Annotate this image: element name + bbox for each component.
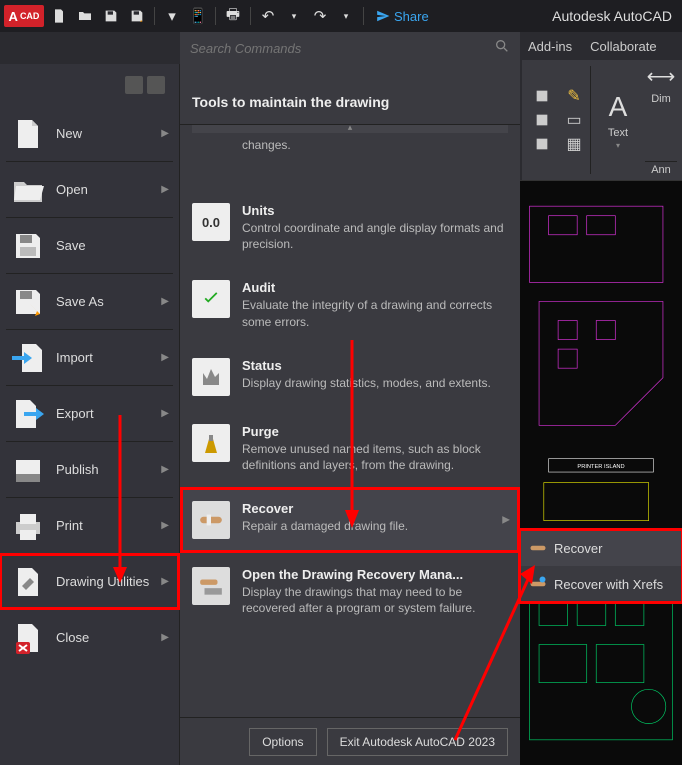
submenu-arrow-icon: ▶ (161, 296, 169, 307)
menu-open[interactable]: Open ▶ (0, 162, 179, 217)
submenu-arrow-icon: ▶ (161, 352, 169, 363)
print-icon[interactable]: 🖶 (222, 5, 244, 27)
tool-item-truncated[interactable]: changes. (180, 133, 520, 189)
recover-icon (192, 501, 230, 539)
open-icon (10, 172, 46, 208)
open-docs-icon[interactable] (147, 76, 165, 94)
submenu-arrow-icon: ▶ (161, 464, 169, 475)
menu-new[interactable]: New ▶ (0, 106, 179, 161)
tool-status[interactable]: Status Display drawing statistics, modes… (180, 344, 520, 410)
recent-icon[interactable] (125, 76, 143, 94)
redo-dropdown-icon[interactable]: ▾ (335, 5, 357, 27)
submenu-arrow-icon: ▶ (161, 128, 169, 139)
menu-save[interactable]: Save (0, 218, 179, 273)
tool-purge[interactable]: Purge Remove unused named items, such as… (180, 410, 520, 487)
application-menu-left: New ▶ Open ▶ Save Save As ▶ Import ▶ Exp… (0, 64, 180, 765)
undo-dropdown-icon[interactable]: ▾ (283, 5, 305, 27)
undo-icon[interactable]: ↶ (257, 5, 279, 27)
drawing-utilities-panel: Tools to maintain the drawing changes. 0… (180, 64, 520, 765)
submenu-arrow-icon: ▶ (502, 515, 510, 526)
submenu-arrow-icon: ▶ (161, 520, 169, 531)
submenu-arrow-icon: ▶ (161, 576, 169, 587)
close-icon (10, 620, 46, 656)
drawing-canvas[interactable]: PRINTER ISLAND (520, 180, 682, 765)
tool-recover[interactable]: Recover Repair a damaged drawing file. ▶ (180, 487, 520, 553)
tab-addins[interactable]: Add-ins (528, 39, 572, 54)
menu-export[interactable]: Export ▶ (0, 386, 179, 441)
svg-text:PRINTER ISLAND: PRINTER ISLAND (577, 464, 624, 470)
ribbon-tool-icon[interactable] (531, 85, 553, 107)
app-logo[interactable]: ACAD (4, 5, 44, 27)
save-as-icon (10, 284, 46, 320)
recover-icon (528, 538, 548, 558)
share-button[interactable]: Share (376, 9, 429, 24)
dimension-tool-icon[interactable]: ⟷ (647, 64, 676, 89)
new-icon (10, 116, 46, 152)
menu-import[interactable]: Import ▶ (0, 330, 179, 385)
options-button[interactable]: Options (249, 728, 316, 756)
menu-save-as[interactable]: Save As ▶ (0, 274, 179, 329)
menu-close[interactable]: Close ▶ (0, 610, 179, 665)
tool-audit[interactable]: Audit Evaluate the integrity of a drawin… (180, 266, 520, 343)
scroll-up-notch[interactable] (192, 125, 508, 133)
submenu-arrow-icon: ▶ (161, 184, 169, 195)
purge-icon (192, 424, 230, 462)
ribbon-tool-icon[interactable]: ▦ (563, 133, 585, 155)
search-input[interactable] (190, 41, 494, 56)
menu-print[interactable]: Print ▶ (0, 498, 179, 553)
submenu-recover[interactable]: Recover (520, 530, 682, 566)
audit-icon (192, 280, 230, 318)
save-as-icon[interactable] (126, 5, 148, 27)
status-icon (192, 358, 230, 396)
mobile-icon[interactable]: 📱 (187, 5, 209, 27)
open-folder-icon[interactable] (74, 5, 96, 27)
ribbon-tool-icon[interactable] (531, 133, 553, 155)
title-bar: ACAD ▾ 📱 🖶 ↶ ▾ ↷ ▾ Share Autodesk AutoCA… (0, 0, 682, 32)
recover-submenu: Recover Recover with Xrefs (520, 530, 682, 602)
recent-docs-icons (0, 64, 179, 106)
panel-title: Tools to maintain the drawing (180, 64, 520, 125)
recover-xrefs-icon (528, 574, 548, 594)
menu-publish[interactable]: Publish ▶ (0, 442, 179, 497)
ribbon-tool-icon[interactable] (531, 109, 553, 131)
tab-collaborate[interactable]: Collaborate (590, 39, 657, 54)
submenu-arrow-icon: ▶ (161, 632, 169, 643)
hatch-icon[interactable]: ✎ (563, 85, 585, 107)
save-icon[interactable] (100, 5, 122, 27)
ribbon-tool-icon[interactable]: ▭ (563, 109, 585, 131)
recovery-manager-icon (192, 567, 230, 605)
app-title: Autodesk AutoCAD (552, 8, 678, 24)
tool-units[interactable]: 0.0 Units Control coordinate and angle d… (180, 189, 520, 266)
menu-drawing-utilities[interactable]: Drawing Utilities ▶ (0, 554, 179, 609)
search-commands-bar (180, 32, 520, 64)
ribbon-tabs: Add-ins Collaborate (522, 32, 682, 60)
text-tool-label: Text (608, 127, 628, 139)
app-menu-icon[interactable]: ▾ (161, 5, 183, 27)
import-icon (10, 340, 46, 376)
dimension-tool-label: Dim (651, 93, 671, 105)
redo-icon[interactable]: ↷ (309, 5, 331, 27)
submenu-arrow-icon: ▶ (161, 408, 169, 419)
drawing-utilities-icon (10, 564, 46, 600)
tool-list: changes. 0.0 Units Control coordinate an… (180, 133, 520, 717)
search-icon[interactable] (494, 38, 510, 59)
exit-button[interactable]: Exit Autodesk AutoCAD 2023 (327, 728, 508, 756)
export-icon (10, 396, 46, 432)
save-icon (10, 228, 46, 264)
text-tool-icon[interactable]: A (609, 91, 628, 123)
submenu-recover-xrefs[interactable]: Recover with Xrefs (520, 566, 682, 602)
new-file-icon[interactable] (48, 5, 70, 27)
units-icon: 0.0 (192, 203, 230, 241)
tool-open-recovery-manager[interactable]: Open the Drawing Recovery Mana... Displa… (180, 553, 520, 630)
ribbon-panel: ✎ ▭ ▦ A Text ▾ ⟷ Dim Ann (522, 60, 682, 180)
publish-icon (10, 452, 46, 488)
panel-footer: Options Exit Autodesk AutoCAD 2023 (180, 717, 520, 765)
annotation-panel-label[interactable]: Ann (645, 161, 677, 176)
print-icon (10, 508, 46, 544)
